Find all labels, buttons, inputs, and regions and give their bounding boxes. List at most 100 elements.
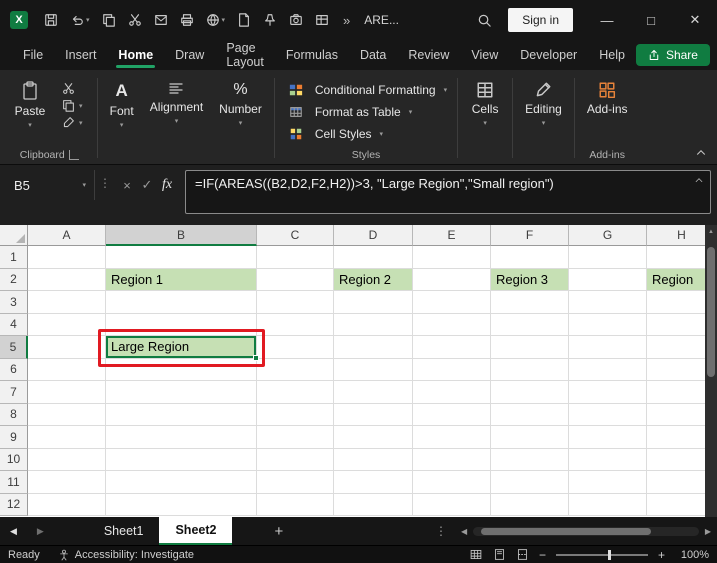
row-header-1[interactable]: 1 [0,246,28,269]
cell-A5[interactable] [28,336,106,359]
cell-F7[interactable] [491,381,569,404]
row-header-12[interactable]: 12 [0,494,28,517]
menu-tab-formulas[interactable]: Formulas [275,40,349,70]
cell-C5[interactable] [257,336,334,359]
cell-B6[interactable] [106,359,257,382]
cell-E1[interactable] [413,246,491,269]
column-header-B[interactable]: B [106,225,257,246]
cell-A11[interactable] [28,471,106,494]
cell-D11[interactable] [334,471,413,494]
pin-icon[interactable] [263,13,277,27]
cell-A9[interactable] [28,426,106,449]
cell-G3[interactable] [569,291,647,314]
scroll-left-icon[interactable]: ◀ [457,527,471,536]
search-icon[interactable] [477,13,492,28]
undo-dropdown-icon[interactable]: ▾ [86,16,90,24]
cell-B1[interactable] [106,246,257,269]
cell-F4[interactable] [491,314,569,337]
scroll-up-icon[interactable]: ▲ [705,225,717,235]
cell-C8[interactable] [257,404,334,427]
cell-A3[interactable] [28,291,106,314]
menu-tab-review[interactable]: Review [397,40,460,70]
cell-F5[interactable] [491,336,569,359]
cell-G9[interactable] [569,426,647,449]
cell-B7[interactable] [106,381,257,404]
cell-C9[interactable] [257,426,334,449]
zoom-percentage[interactable]: 100% [675,549,709,561]
cell-C11[interactable] [257,471,334,494]
horizontal-scroll-thumb[interactable] [481,528,651,535]
sign-in-button[interactable]: Sign in [508,8,573,32]
cell-D8[interactable] [334,404,413,427]
cell-B12[interactable] [106,494,257,517]
web-options-icon[interactable]: ▾ [206,13,226,27]
cell-E9[interactable] [413,426,491,449]
cell-F12[interactable] [491,494,569,517]
cell-C1[interactable] [257,246,334,269]
cell-D5[interactable] [334,336,413,359]
page-layout-view-icon[interactable] [493,548,506,561]
cut-icon[interactable] [128,13,142,27]
cell-E3[interactable] [413,291,491,314]
cell-F1[interactable] [491,246,569,269]
cell-F3[interactable] [491,291,569,314]
menu-tab-home[interactable]: Home [107,40,164,70]
cell-E11[interactable] [413,471,491,494]
alignment-group-button[interactable]: Alignment ▾ [142,74,211,125]
cell-B10[interactable] [106,449,257,472]
undo-icon[interactable]: ▾ [70,13,90,27]
column-header-E[interactable]: E [413,225,491,246]
web-options-dropdown-icon[interactable]: ▾ [222,16,226,24]
zoom-in-icon[interactable]: + [658,548,665,562]
cell-C4[interactable] [257,314,334,337]
column-header-F[interactable]: F [491,225,569,246]
number-group-button[interactable]: % Number ▾ [211,74,270,127]
insert-function-icon[interactable]: fx [157,170,177,200]
cell-B2[interactable]: Region 1 [106,269,257,292]
cell-D4[interactable] [334,314,413,337]
cell-D7[interactable] [334,381,413,404]
copy-icon[interactable] [102,13,116,27]
column-header-G[interactable]: G [569,225,647,246]
cell-C12[interactable] [257,494,334,517]
share-button[interactable]: Share [636,44,710,66]
paste-button[interactable]: Paste ▾ [6,74,54,129]
cell-D12[interactable] [334,494,413,517]
cell-B3[interactable] [106,291,257,314]
row-header-8[interactable]: 8 [0,404,28,427]
cell-C10[interactable] [257,449,334,472]
row-header-3[interactable]: 3 [0,291,28,314]
copy-button[interactable]: ▾ [62,99,83,112]
cell-B8[interactable] [106,404,257,427]
cell-F8[interactable] [491,404,569,427]
save-icon[interactable] [44,13,58,27]
sheet-tab-sheet2[interactable]: Sheet2 [159,517,232,545]
menu-tab-view[interactable]: View [460,40,509,70]
cell-C2[interactable] [257,269,334,292]
menu-tab-draw[interactable]: Draw [164,40,215,70]
conditional-formatting-button[interactable]: Conditional Formatting ▾ [283,80,447,99]
font-group-button[interactable]: A Font ▾ [102,74,142,129]
cell-A1[interactable] [28,246,106,269]
cells-group-button[interactable]: Cells ▾ [462,74,508,127]
cell-D6[interactable] [334,359,413,382]
vertical-scrollbar[interactable]: ▲ [705,225,717,517]
enter-icon[interactable]: ✓ [137,170,157,200]
cell-G2[interactable] [569,269,647,292]
row-header-10[interactable]: 10 [0,449,28,472]
cell-D10[interactable] [334,449,413,472]
column-header-A[interactable]: A [28,225,106,246]
print-icon[interactable] [180,13,194,27]
cell-F10[interactable] [491,449,569,472]
cell-G5[interactable] [569,336,647,359]
excel-logo[interactable]: X [10,11,28,29]
table-icon[interactable] [315,13,329,27]
cell-G1[interactable] [569,246,647,269]
zoom-slider-thumb[interactable] [608,550,611,560]
addins-button[interactable]: Add-ins [579,74,636,116]
menu-tab-data[interactable]: Data [349,40,397,70]
row-header-6[interactable]: 6 [0,359,28,382]
new-document-icon[interactable] [237,13,251,27]
collapse-ribbon-icon[interactable] [695,148,707,158]
cell-G10[interactable] [569,449,647,472]
